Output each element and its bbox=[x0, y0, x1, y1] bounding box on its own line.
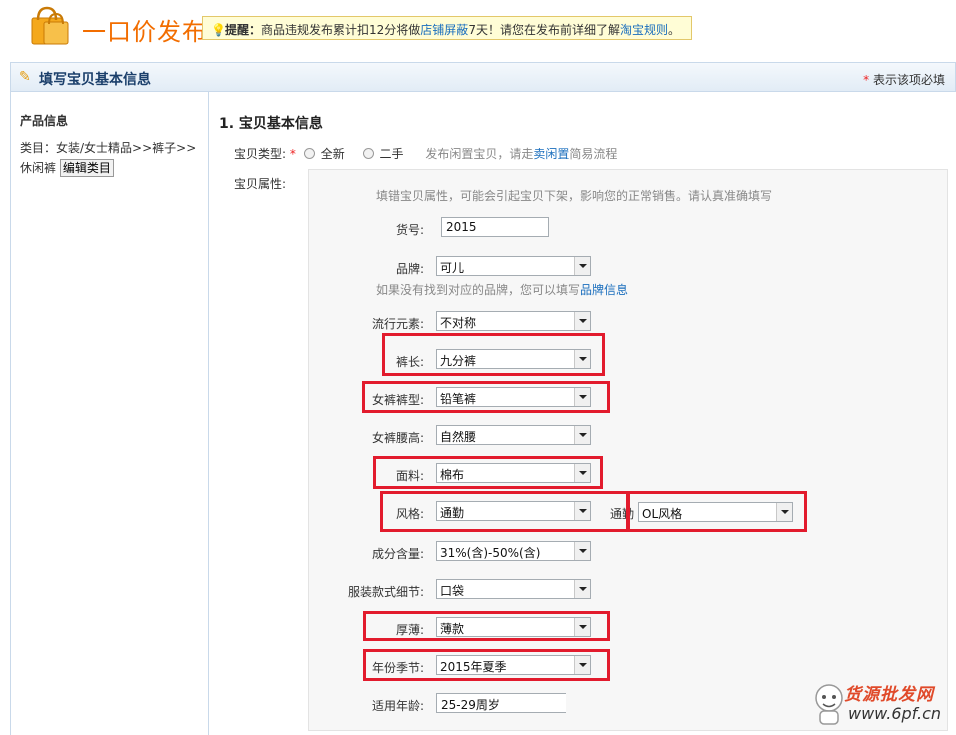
notice-text-1: 商品违规发布累计扣12分将做 bbox=[261, 23, 421, 37]
yaogao-select[interactable]: 自然腰 bbox=[436, 425, 591, 445]
nianling-input[interactable]: 25-29周岁 bbox=[436, 693, 566, 713]
product-info-sidebar: 产品信息 类目：女装/女士精品>>裤子>>休闲裤 编辑类目 bbox=[10, 92, 209, 735]
category-path: 类目：女装/女士精品>>裤子>>休闲裤 编辑类目 bbox=[20, 138, 205, 178]
item-attr-label: 宝贝属性: bbox=[234, 177, 287, 191]
edit-category-button[interactable]: 编辑类目 bbox=[59, 159, 114, 177]
chevron-down-icon bbox=[574, 257, 590, 275]
attr-warning: 填错宝贝属性，可能会引起宝贝下架，影响您的正常销售。请认真准确填写 bbox=[376, 189, 773, 203]
watermark-line2: www.6pf.cn bbox=[848, 704, 942, 723]
chevron-down-icon bbox=[574, 312, 590, 330]
watermark-line1: 货源批发网 bbox=[844, 685, 934, 705]
basic-info-title: 1. 宝贝基本信息 bbox=[219, 116, 323, 132]
radio-new[interactable] bbox=[303, 148, 315, 159]
notice-text-2: 7天！请您在发布前详细了解 bbox=[468, 23, 620, 37]
liuxing-label: 流行元素: bbox=[371, 317, 424, 331]
highlight-box-houbao bbox=[363, 611, 610, 641]
xijie-select[interactable]: 口袋 bbox=[436, 579, 591, 599]
brand-value: 可儿 bbox=[440, 261, 465, 275]
lightbulb-icon: 💡 bbox=[211, 23, 226, 37]
highlight-box-fengge-sub bbox=[626, 491, 807, 532]
brand-select[interactable]: 可儿 bbox=[436, 256, 591, 276]
page-header: 一口价发布 💡提醒：商品违规发布累计扣12分将做店铺屏蔽7天！请您在发布前详细了… bbox=[0, 0, 956, 56]
nianling-label: 适用年龄: bbox=[371, 699, 424, 713]
liuxing-select[interactable]: 不对称 bbox=[436, 311, 591, 331]
item-type-required-star: * bbox=[289, 147, 296, 161]
item-type-row: 宝贝类型: * 全新 二手 发布闲置宝贝，请走卖闲置简易流程 bbox=[234, 145, 617, 162]
store-block-link[interactable]: 店铺屏蔽 bbox=[420, 23, 468, 37]
cartoon-mascot-icon bbox=[815, 684, 843, 725]
liuxing-value: 不对称 bbox=[440, 316, 477, 330]
highlight-box-kuchang bbox=[382, 333, 605, 376]
product-info-heading: 产品信息 bbox=[20, 114, 69, 128]
chevron-down-icon bbox=[574, 426, 590, 444]
idle-hint-text: 发布闲置宝贝，请走 bbox=[425, 147, 534, 161]
radio-new-label: 全新 bbox=[320, 147, 345, 161]
huohao-input[interactable]: 2015 bbox=[441, 217, 549, 237]
brand-info-link[interactable]: 品牌信息 bbox=[580, 283, 628, 297]
radio-used[interactable] bbox=[362, 148, 374, 159]
xijie-label: 服装款式细节: bbox=[347, 585, 424, 599]
brand-hint: 如果没有找到对应的品牌，您可以填写品牌信息 bbox=[376, 281, 628, 298]
required-star: * bbox=[863, 73, 870, 87]
notice-text-3: 。 bbox=[667, 23, 680, 37]
radio-used-label: 二手 bbox=[379, 147, 404, 161]
idle-hint: 发布闲置宝贝，请走卖闲置简易流程 bbox=[425, 147, 617, 161]
chengfen-value: 31%(含)-50%(含) bbox=[440, 546, 541, 560]
section-title: 填写宝贝基本信息 bbox=[39, 72, 151, 88]
edit-pencil-icon: ✎ bbox=[19, 69, 31, 85]
brand-hint-text: 如果没有找到对应的品牌，您可以填写 bbox=[376, 283, 581, 297]
idle-hint-text-2: 简易流程 bbox=[569, 147, 618, 161]
warning-notice: 💡提醒：商品违规发布累计扣12分将做店铺屏蔽7天！请您在发布前详细了解淘宝规则。 bbox=[202, 16, 692, 40]
yaogao-label: 女裤腰高: bbox=[371, 431, 424, 445]
attributes-panel bbox=[308, 169, 948, 731]
required-note-text: 表示该项必填 bbox=[872, 73, 945, 87]
chengfen-label: 成分含量: bbox=[371, 547, 424, 561]
xijie-value: 口袋 bbox=[440, 584, 465, 598]
yaogao-value: 自然腰 bbox=[440, 430, 477, 444]
brand-label: 品牌: bbox=[395, 262, 424, 276]
highlight-box-mianliao bbox=[373, 456, 603, 489]
required-note: * 表示该项必填 bbox=[863, 71, 945, 88]
section-header-bar: ✎ 填写宝贝基本信息 * 表示该项必填 bbox=[10, 62, 956, 92]
highlight-box-fengge bbox=[380, 491, 630, 532]
chevron-down-icon bbox=[574, 580, 590, 598]
shopping-bag-icon bbox=[31, 6, 69, 45]
highlight-box-jijie bbox=[363, 649, 610, 681]
chevron-down-icon bbox=[574, 542, 590, 560]
taobao-rules-link[interactable]: 淘宝规则 bbox=[620, 23, 668, 37]
chengfen-select[interactable]: 31%(含)-50%(含) bbox=[436, 541, 591, 561]
highlight-box-kuxing bbox=[362, 381, 610, 413]
watermark-logo: 货源批发网 www.6pf.cn bbox=[812, 678, 952, 732]
page-title: 一口价发布 bbox=[82, 18, 207, 46]
sell-idle-link[interactable]: 卖闲置 bbox=[533, 147, 569, 161]
huohao-label: 货号: bbox=[395, 223, 424, 237]
notice-label: 提醒： bbox=[225, 23, 262, 37]
item-type-label: 宝贝类型: bbox=[234, 147, 287, 161]
